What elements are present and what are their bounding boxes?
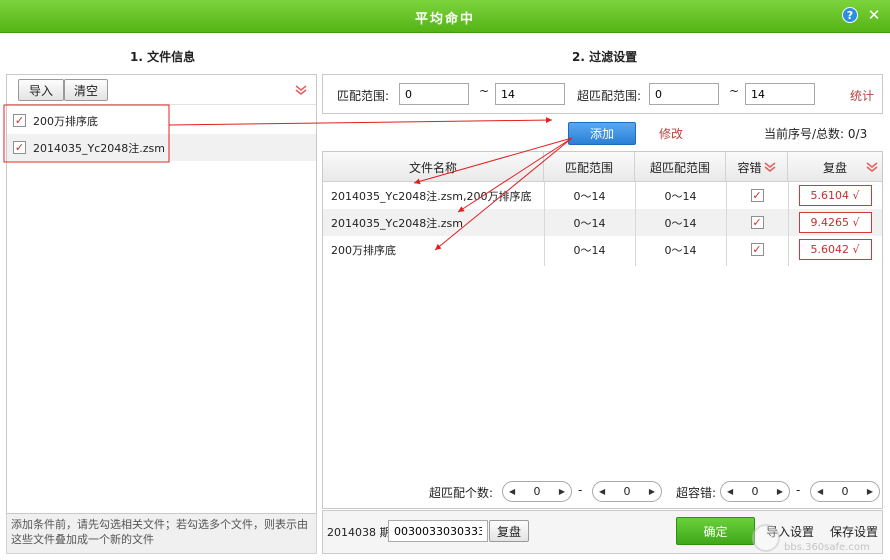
cell-file-name: 2014035_Yc2048注.zsm [331,216,463,230]
cell-match: 0～14 [573,189,606,203]
chevron-down-icon[interactable] [295,85,307,96]
cell-replay: 5.6042 √ [788,236,882,263]
table-header: 文件名称 匹配范围 超匹配范围 容错 复盘 [323,152,882,182]
score-value: 5.6104 √ [798,185,872,206]
column-divider [726,182,727,266]
hint-text: 添加条件前，请先勾选相关文件；若勾选多个文件，则表示由这些文件叠加成一个新的文件 [6,514,317,554]
stepper-value: 0 [751,485,759,498]
column-divider [544,182,545,266]
cell-replay: 5.6104 √ [788,182,882,209]
import-button[interactable]: 导入 [18,79,64,101]
tilde-label: ~ [479,84,490,98]
table-row[interactable]: 200万排序底 0～14 0～14 ✓ 5.6042 √ [323,236,882,263]
column-divider [788,182,789,266]
cell-replay: 9.4265 √ [788,209,882,236]
left-arrow-icon[interactable]: ◀ [817,487,823,496]
filter-settings-title: 2. 过滤设置 [572,50,638,64]
col-exceed-range: 超匹配范围 [635,152,726,182]
file-name: 200万排序底 [33,114,98,128]
period-label: 2014038 期 [327,526,391,539]
left-arrow-icon[interactable]: ◀ [509,487,515,496]
col-replay[interactable]: 复盘 [788,152,882,182]
exceed-max-input[interactable] [745,83,815,105]
tolerance-checkbox[interactable]: ✓ [750,216,764,229]
tolerance-checkbox[interactable]: ✓ [750,189,764,202]
close-icon[interactable]: ✕ [866,6,882,24]
right-arrow-icon[interactable]: ▶ [559,487,565,496]
file-list-panel: 导入 清空 ✓ 200万排序底 ✓ 2014035_Yc2048注.zsm [6,74,317,514]
import-settings-button[interactable]: 导入设置 [766,523,814,540]
stepper-value: 0 [841,485,849,498]
exceed-count-label: 超匹配个数: [429,486,494,500]
cell-tolerance: ✓ [726,236,788,263]
cell-file-name: 2014035_Yc2048注.zsm,200万排序底 [331,189,532,203]
score-value: 9.4265 √ [798,212,872,233]
cell-tolerance: ✓ [726,182,788,209]
left-arrow-icon[interactable]: ◀ [599,487,605,496]
cell-exceed: 0～14 [664,216,697,230]
stepper-value: 0 [533,485,541,498]
stepper-value: 0 [623,485,631,498]
exceed-tolerance-label: 超容错: [676,486,717,500]
col-match-range: 匹配范围 [544,152,635,182]
replay-button[interactable]: 复盘 [489,520,529,542]
period-input[interactable] [388,520,488,542]
right-arrow-icon[interactable]: ▶ [867,487,873,496]
file-item[interactable]: ✓ 200万排序底 [7,107,316,134]
col-tolerance-label: 容错 [737,160,762,175]
condition-table: 文件名称 匹配范围 超匹配范围 容错 复盘 2014035_Yc2048注.zs… [322,151,883,509]
file-info-title: 1. 文件信息 [130,50,196,64]
save-settings-button[interactable]: 保存设置 [830,523,878,540]
file-checkbox[interactable]: ✓ [13,114,26,127]
filter-range-box: 匹配范围: ~ 超匹配范围: ~ 统计 [322,74,883,114]
match-min-input[interactable] [399,83,469,105]
right-arrow-icon[interactable]: ▶ [649,487,655,496]
ok-button[interactable]: 确定 [676,517,755,545]
title-bar: 平均命中 ? ✕ [0,0,890,33]
table-row[interactable]: 2014035_Yc2048注.zsm,200万排序底 0～14 0～14 ✓ … [323,182,882,209]
cell-exceed: 0～14 [664,189,697,203]
range-dash: - [578,483,583,497]
match-max-input[interactable] [495,83,565,105]
col-replay-label: 复盘 [822,160,847,175]
score-value: 5.6042 √ [798,239,872,260]
match-range-label: 匹配范围: [337,89,390,103]
window-title: 平均命中 [414,12,475,27]
chevron-down-icon [866,162,878,172]
cell-tolerance: ✓ [726,209,788,236]
help-icon[interactable]: ? [842,7,858,23]
add-button[interactable]: 添加 [568,122,636,145]
exceed-count-min-stepper[interactable]: ◀ 0 ▶ [502,481,572,502]
cell-match: 0～14 [573,243,606,257]
exceed-min-input[interactable] [649,83,719,105]
col-file-name: 文件名称 [323,152,544,182]
tolerance-checkbox[interactable]: ✓ [750,243,764,256]
cell-exceed: 0～14 [664,243,697,257]
edit-button[interactable]: 修改 [659,125,683,142]
file-name: 2014035_Yc2048注.zsm [33,141,165,155]
range-dash: - [796,483,801,497]
col-tolerance[interactable]: 容错 [726,152,788,182]
tolerance-max-stepper[interactable]: ◀ 0 ▶ [810,481,880,502]
table-row[interactable]: 2014035_Yc2048注.zsm 0～14 0～14 ✓ 9.4265 √ [323,209,882,236]
file-item[interactable]: ✓ 2014035_Yc2048注.zsm [7,134,316,161]
tolerance-min-stepper[interactable]: ◀ 0 ▶ [720,481,790,502]
counter-text: 当前序号/总数: 0/3 [764,127,868,141]
column-divider [635,182,636,266]
cell-match: 0～14 [573,216,606,230]
left-arrow-icon[interactable]: ◀ [727,487,733,496]
tilde-label: ~ [729,84,740,98]
right-arrow-icon[interactable]: ▶ [777,487,783,496]
exceed-range-label: 超匹配范围: [577,89,642,103]
file-toolbar: 导入 清空 [7,75,316,105]
chevron-down-icon [764,162,775,172]
cell-file-name: 200万排序底 [331,243,396,257]
file-checkbox[interactable]: ✓ [13,141,26,154]
clear-button[interactable]: 清空 [64,79,108,101]
exceed-count-max-stepper[interactable]: ◀ 0 ▶ [592,481,662,502]
stat-link[interactable]: 统计 [850,87,874,104]
